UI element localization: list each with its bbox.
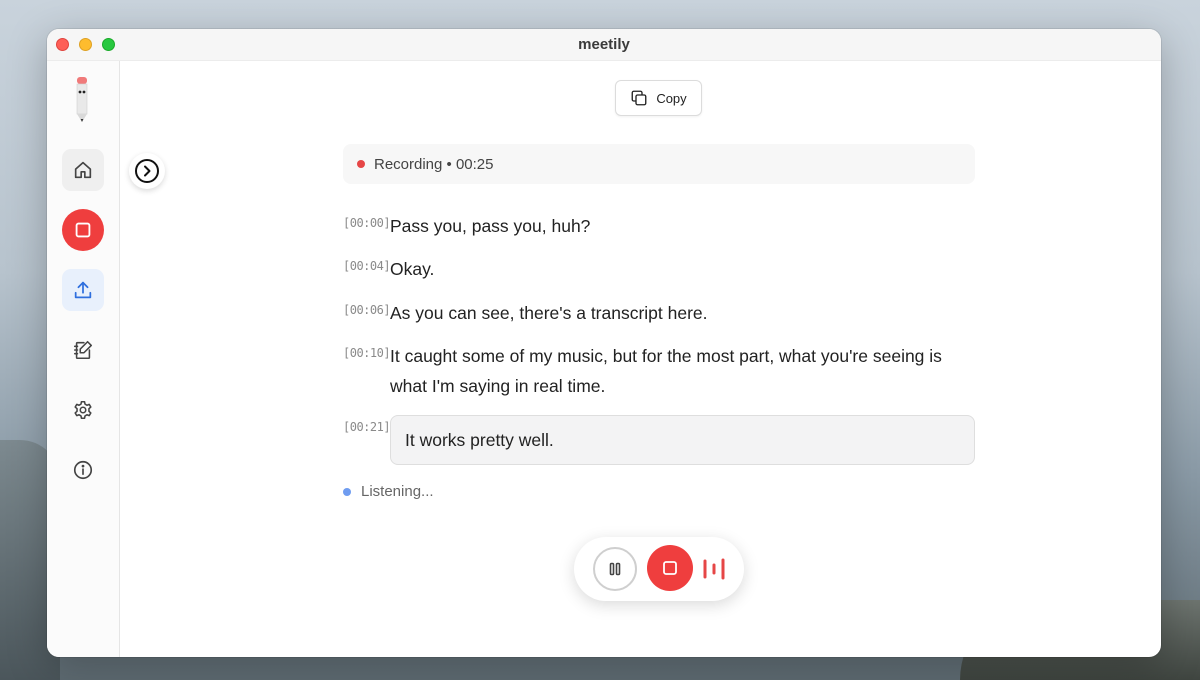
copy-button[interactable]: Copy xyxy=(615,80,702,116)
home-icon xyxy=(74,161,92,179)
recording-controls xyxy=(574,537,744,601)
recording-status-text: Recording • 00:25 xyxy=(374,155,494,173)
transcript-timestamp: [00:10] xyxy=(343,346,391,360)
stop-square-icon xyxy=(75,222,91,238)
upload-icon xyxy=(74,281,92,299)
transcript-line-active: [00:21] It works pretty well. xyxy=(343,415,975,465)
recording-indicator-dot xyxy=(357,160,365,168)
pause-button[interactable] xyxy=(593,547,637,591)
transcript-text: It caught some of my music, but for the … xyxy=(390,346,942,396)
sidebar-item-upload[interactable] xyxy=(62,269,104,311)
chevron-right-circle-icon xyxy=(135,159,159,183)
listening-indicator: Listening... xyxy=(343,483,434,500)
window-title: meetily xyxy=(578,36,630,53)
copy-button-label: Copy xyxy=(656,90,687,106)
stop-icon xyxy=(663,561,677,575)
sidebar-item-notes[interactable] xyxy=(62,329,104,371)
transcript-line: [00:06] As you can see, there's a transc… xyxy=(343,298,975,328)
listening-label: Listening... xyxy=(361,483,434,500)
sidebar-item-home[interactable] xyxy=(62,149,104,191)
transcript-timestamp: [00:04] xyxy=(343,259,391,273)
sidebar xyxy=(47,61,120,657)
notebook-edit-icon xyxy=(73,340,93,360)
recording-status-bar: Recording • 00:25 xyxy=(343,144,975,184)
transcript-text: Pass you, pass you, huh? xyxy=(390,216,591,236)
transcript-line: [00:04] Okay. xyxy=(343,254,975,284)
transcript-timestamp: [00:21] xyxy=(343,420,391,434)
listening-dot xyxy=(343,487,351,496)
transcript-text: Okay. xyxy=(390,259,435,279)
sidebar-item-settings[interactable] xyxy=(62,389,104,431)
pause-icon xyxy=(609,562,621,576)
sidebar-item-record[interactable] xyxy=(62,209,104,251)
title-bar: meetily xyxy=(47,29,1161,61)
pencil-logo-icon xyxy=(76,77,88,122)
transcript-timestamp: [00:00] xyxy=(343,216,391,230)
transcript-text: It works pretty well. xyxy=(390,415,975,465)
transcript-line: [00:00] Pass you, pass you, huh? xyxy=(343,211,975,241)
stop-recording-button[interactable] xyxy=(647,545,693,591)
expand-sidebar-button[interactable] xyxy=(129,153,165,189)
copy-icon xyxy=(631,90,647,106)
audio-level-icon xyxy=(703,558,725,580)
sidebar-item-info[interactable] xyxy=(62,449,104,491)
info-icon xyxy=(73,460,93,480)
transcript-timestamp: [00:06] xyxy=(343,303,391,317)
app-window: meetily Copy Recording • 00:25 [00:00] P… xyxy=(47,29,1161,657)
gear-icon xyxy=(74,400,92,420)
transcript-text: As you can see, there's a transcript her… xyxy=(390,303,708,323)
transcript-line: [00:10] It caught some of my music, but … xyxy=(343,341,975,401)
